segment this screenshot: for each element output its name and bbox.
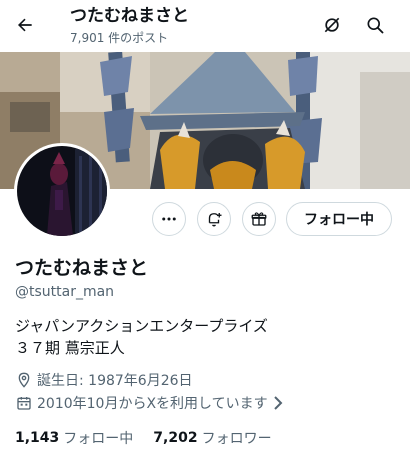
profile-handle: @tsuttar_man: [15, 284, 115, 300]
avatar-image: [17, 146, 107, 236]
subscribe-button[interactable]: [242, 202, 276, 236]
followers-label: フォロワー: [201, 431, 272, 447]
joined-row[interactable]: 2010年10月からXを利用しています: [15, 393, 284, 413]
profile-display-name: つたむねまさと: [15, 257, 149, 279]
hide-button[interactable]: [315, 8, 349, 42]
search-button[interactable]: [358, 8, 392, 42]
more-dots-icon: [162, 217, 176, 221]
calendar-icon: [15, 394, 33, 412]
followers-stat[interactable]: 7,202 フォロワー: [153, 428, 271, 448]
bell-plus-icon: [208, 213, 222, 227]
bio-line-2: ３７期 蔦宗正人: [15, 339, 125, 357]
following-count: 1,143: [15, 430, 60, 446]
chevron-right-icon: [272, 396, 284, 410]
post-count: 7,901 件のポスト: [70, 31, 169, 45]
gift-box-icon: [251, 212, 267, 226]
profile-avatar[interactable]: [14, 143, 110, 239]
arrow-left-icon: [18, 18, 32, 32]
birthday-row: 誕生日: 1987年6月26日: [15, 370, 193, 390]
search-icon: [367, 17, 384, 34]
following-stat[interactable]: 1,143 フォロー中: [15, 428, 133, 448]
more-button[interactable]: [152, 202, 186, 236]
joined-text: 2010年10月からXを利用しています: [37, 396, 268, 412]
notify-button[interactable]: [197, 202, 231, 236]
eye-off-icon: [324, 17, 340, 33]
following-label: フォロー中: [63, 431, 134, 447]
location-pin-icon: [15, 371, 33, 389]
birthday-text: 誕生日: 1987年6月26日: [37, 373, 193, 389]
back-button[interactable]: [8, 8, 42, 42]
header-title-group: つたむねまさと 7,901 件のポスト: [70, 6, 189, 46]
bio-line-1: ジャパンアクションエンタープライズ: [15, 317, 268, 335]
top-bar: つたむねまさと 7,901 件のポスト: [0, 0, 410, 52]
header-title: つたむねまさと: [70, 6, 189, 26]
following-button[interactable]: フォロー中: [286, 202, 392, 236]
followers-count: 7,202: [153, 430, 198, 446]
follow-stats: 1,143 フォロー中 7,202 フォロワー: [15, 428, 292, 448]
